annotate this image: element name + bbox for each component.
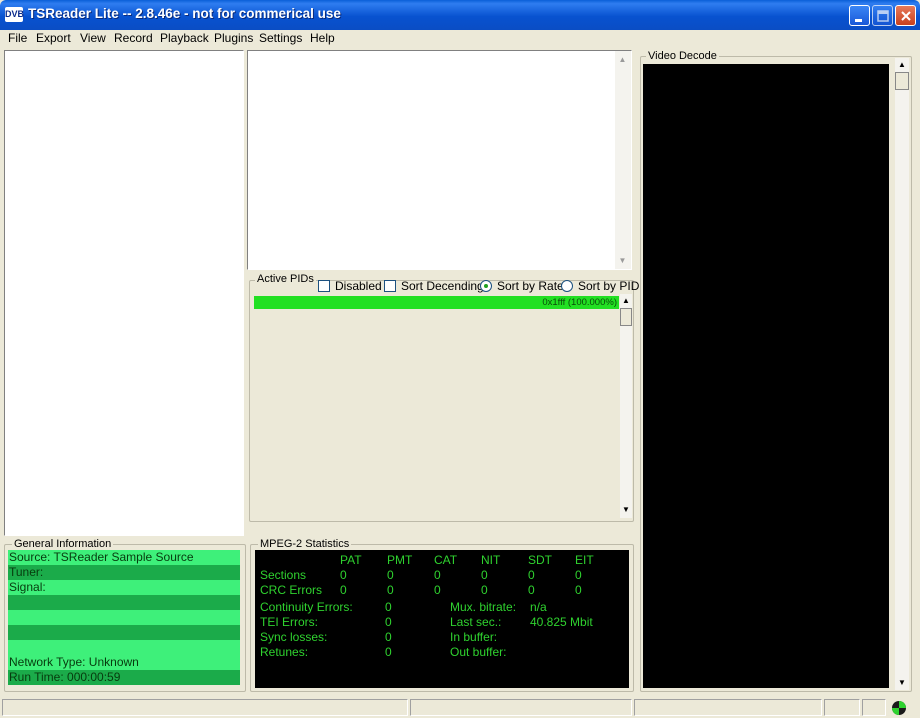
video-display: [643, 64, 889, 688]
pid-list[interactable]: 0x1fff (100.000%) ▲ ▼: [252, 294, 632, 518]
status-segment: [634, 699, 822, 716]
video-scroll-thumb[interactable]: [895, 72, 909, 90]
col-cat: CAT: [434, 553, 458, 567]
status-segment: [862, 699, 886, 716]
in-buffer-label: In buffer:: [450, 630, 498, 644]
sort-descending-checkbox[interactable]: [384, 280, 396, 292]
pid-scroll-up-icon[interactable]: ▲: [620, 294, 632, 307]
sections-pmt: 0: [387, 568, 394, 582]
sort-by-rate-label: Sort by Rate: [497, 279, 564, 293]
video-decode-label: Video Decode: [646, 50, 719, 62]
crc-errors-label: CRC Errors: [260, 583, 322, 597]
minimize-icon: [855, 19, 862, 22]
continuity-errors-label: Continuity Errors:: [260, 600, 353, 614]
status-segment: [824, 699, 860, 716]
general-info-tuner: Tuner:: [8, 565, 240, 580]
col-eit: EIT: [575, 553, 594, 567]
status-segment: [410, 699, 632, 716]
tei-errors-label: TEI Errors:: [260, 615, 319, 629]
crc-nit: 0: [481, 583, 488, 597]
title-bar[interactable]: DVB TSReader Lite -- 2.8.46e - not for c…: [0, 0, 920, 30]
menu-record[interactable]: Record: [114, 31, 153, 45]
mpeg2-stats-label: MPEG-2 Statistics: [258, 538, 352, 550]
mpeg2-stats-panel: PAT PMT CAT NIT SDT EIT Sections 0 0 0 0…: [255, 550, 629, 688]
app-logo-icon: DVB: [5, 7, 24, 22]
pid-scroll-down-icon[interactable]: ▼: [620, 503, 632, 516]
pid-rate-text: 0x1fff (100.000%): [542, 297, 617, 308]
close-button[interactable]: [895, 5, 916, 26]
maximize-button[interactable]: [872, 5, 893, 26]
general-info-row: [8, 640, 240, 655]
status-segment: [2, 699, 408, 716]
menu-playback[interactable]: Playback: [160, 31, 209, 45]
last-sec-label: Last sec.:: [450, 615, 502, 629]
sort-descending-label: Sort Decending: [401, 279, 484, 293]
pid-list-scrollbar[interactable]: ▲ ▼: [620, 294, 632, 518]
menu-help[interactable]: Help: [310, 31, 335, 45]
menu-settings[interactable]: Settings: [259, 31, 302, 45]
general-info-label: General Information: [12, 538, 114, 550]
general-info-row: [8, 625, 240, 640]
last-sec-value: 40.825 Mbit: [530, 615, 593, 629]
continuity-errors-value: 0: [385, 600, 392, 614]
crc-sdt: 0: [528, 583, 535, 597]
sections-sdt: 0: [528, 568, 535, 582]
general-info-signal: Signal:: [8, 580, 240, 595]
col-pat: PAT: [340, 553, 362, 567]
mux-bitrate-label: Mux. bitrate:: [450, 600, 517, 614]
video-scrollbar[interactable]: ▲ ▼: [895, 58, 909, 690]
tuner-status-icon: [891, 700, 907, 716]
retunes-value: 0: [385, 645, 392, 659]
menu-export[interactable]: Export: [36, 31, 71, 45]
sync-losses-label: Sync losses:: [260, 630, 328, 644]
menu-bar: File Export View Record Playback Plugins…: [0, 30, 920, 48]
pid-rate-bar[interactable]: 0x1fff (100.000%): [254, 296, 619, 309]
sort-by-pid-label: Sort by PID: [578, 279, 640, 293]
video-scroll-down-icon[interactable]: ▼: [895, 676, 909, 689]
video-scroll-up-icon[interactable]: ▲: [895, 58, 909, 71]
general-info-network-type: Network Type: Unknown: [8, 655, 240, 670]
active-pids-label: Active PIDs: [255, 273, 316, 285]
sections-eit: 0: [575, 568, 582, 582]
col-sdt: SDT: [528, 553, 552, 567]
general-info-source: Source: TSReader Sample Source: [8, 550, 240, 565]
sections-cat: 0: [434, 568, 441, 582]
tei-errors-value: 0: [385, 615, 392, 629]
col-nit: NIT: [481, 553, 501, 567]
sync-losses-value: 0: [385, 630, 392, 644]
program-tree-pane[interactable]: [4, 50, 244, 536]
pid-scroll-thumb[interactable]: [620, 308, 632, 326]
crc-cat: 0: [434, 583, 441, 597]
crc-eit: 0: [575, 583, 582, 597]
out-buffer-label: Out buffer:: [450, 645, 507, 659]
info-pane-scrollbar[interactable]: ▲ ▼: [615, 51, 631, 269]
close-icon: [901, 11, 911, 21]
crc-pat: 0: [340, 583, 347, 597]
sort-by-rate-radio[interactable]: [480, 280, 492, 292]
menu-plugins[interactable]: Plugins: [214, 31, 253, 45]
window-title: TSReader Lite -- 2.8.46e - not for comme…: [28, 6, 341, 21]
disabled-checkbox[interactable]: [318, 280, 330, 292]
minimize-button[interactable]: [849, 5, 870, 26]
maximize-icon: [877, 10, 889, 22]
general-info-run-time: Run Time: 000:00:59: [8, 670, 240, 685]
retunes-label: Retunes:: [260, 645, 309, 659]
scroll-up-arrow-icon[interactable]: ▲: [616, 53, 629, 66]
col-pmt: PMT: [387, 553, 413, 567]
disabled-label: Disabled: [335, 279, 382, 293]
crc-pmt: 0: [387, 583, 394, 597]
mux-bitrate-value: n/a: [530, 600, 547, 614]
general-info-row: [8, 610, 240, 625]
general-info-row: [8, 595, 240, 610]
sections-pat: 0: [340, 568, 347, 582]
info-pane[interactable]: ▲ ▼: [247, 50, 632, 270]
sort-by-pid-radio[interactable]: [561, 280, 573, 292]
menu-file[interactable]: File: [8, 31, 27, 45]
sections-nit: 0: [481, 568, 488, 582]
sections-label: Sections: [260, 568, 307, 582]
menu-view[interactable]: View: [80, 31, 106, 45]
scroll-down-arrow-icon[interactable]: ▼: [616, 254, 629, 267]
